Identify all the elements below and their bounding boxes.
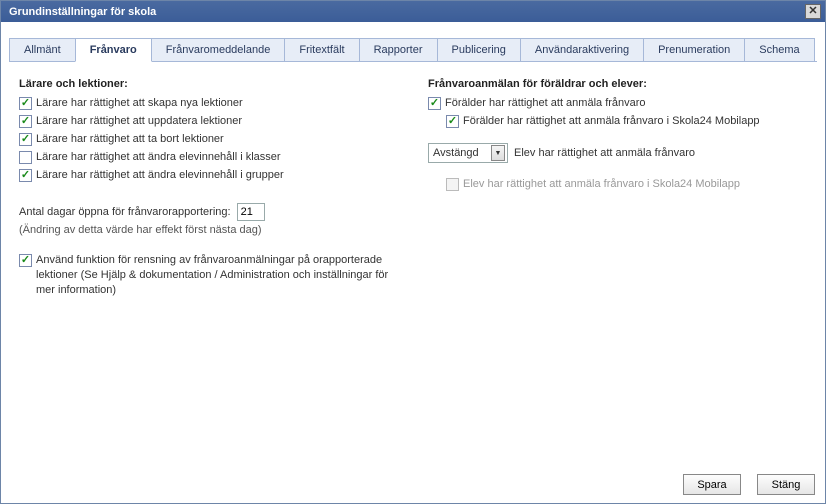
checkbox-icon[interactable] xyxy=(19,169,32,182)
tab-prenumeration[interactable]: Prenumeration xyxy=(643,38,745,61)
left-column: Lärare och lektioner: Lärare har rättigh… xyxy=(19,78,398,452)
tab-rapporter[interactable]: Rapporter xyxy=(359,38,438,61)
checkbox-icon xyxy=(446,178,459,191)
settings-window: Grundinställningar för skola ✕ Allmänt F… xyxy=(0,0,826,504)
tab-franvaromeddelande[interactable]: Frånvaromeddelande xyxy=(151,38,286,61)
student-report-label: Elev har rättighet att anmäla frånvaro xyxy=(514,147,695,159)
days-open-row: Antal dagar öppna för frånvarorapporteri… xyxy=(19,203,398,221)
tab-allmant[interactable]: Allmänt xyxy=(9,38,76,61)
chk-delete-lessons[interactable]: Lärare har rättighet att ta bort lektion… xyxy=(19,132,398,147)
chevron-down-icon[interactable]: ▼ xyxy=(491,145,505,161)
days-open-input[interactable] xyxy=(237,203,265,221)
checkbox-icon[interactable] xyxy=(446,115,459,128)
days-open-note: (Ändring av detta värde har effekt först… xyxy=(19,224,398,236)
checkbox-icon[interactable] xyxy=(19,115,32,128)
left-heading: Lärare och lektioner: xyxy=(19,78,398,90)
checkbox-icon[interactable] xyxy=(428,97,441,110)
student-report-select[interactable]: Avstängd ▼ xyxy=(428,143,508,163)
close-icon[interactable]: ✕ xyxy=(805,4,821,19)
right-column: Frånvaroanmälan för föräldrar och elever… xyxy=(428,78,807,452)
chk-parent-mobile[interactable]: Förälder har rättighet att anmäla frånva… xyxy=(446,114,807,129)
window-title: Grundinställningar för skola xyxy=(9,6,805,18)
select-value: Avstängd xyxy=(433,147,479,159)
chk-label: Elev har rättighet att anmäla frånvaro i… xyxy=(463,177,740,192)
chk-cleanup-function[interactable]: Använd funktion för rensning av frånvaro… xyxy=(19,253,398,298)
chk-label: Lärare har rättighet att ändra elevinneh… xyxy=(36,168,284,183)
chk-edit-class-students[interactable]: Lärare har rättighet att ändra elevinneh… xyxy=(19,150,398,165)
checkbox-icon[interactable] xyxy=(19,133,32,146)
chk-edit-group-students[interactable]: Lärare har rättighet att ändra elevinneh… xyxy=(19,168,398,183)
chk-label: Lärare har rättighet att ändra elevinneh… xyxy=(36,150,281,165)
content: Lärare och lektioner: Lärare har rättigh… xyxy=(1,62,825,468)
student-report-row: Avstängd ▼ Elev har rättighet att anmäla… xyxy=(428,143,807,163)
checkbox-icon[interactable] xyxy=(19,151,32,164)
chk-student-mobile: Elev har rättighet att anmäla frånvaro i… xyxy=(446,177,807,192)
save-button[interactable]: Spara xyxy=(683,474,741,495)
tabstrip-wrap: Allmänt Frånvaro Frånvaromeddelande Frit… xyxy=(1,22,825,62)
chk-label: Lärare har rättighet att ta bort lektion… xyxy=(36,132,224,147)
chk-update-lessons[interactable]: Lärare har rättighet att uppdatera lekti… xyxy=(19,114,398,129)
chk-label: Lärare har rättighet att skapa nya lekti… xyxy=(36,96,243,111)
chk-parent-report[interactable]: Förälder har rättighet att anmäla frånva… xyxy=(428,96,807,111)
chk-label: Förälder har rättighet att anmäla frånva… xyxy=(463,114,760,129)
tabstrip: Allmänt Frånvaro Frånvaromeddelande Frit… xyxy=(9,38,817,62)
chk-create-lessons[interactable]: Lärare har rättighet att skapa nya lekti… xyxy=(19,96,398,111)
tab-fritextfalt[interactable]: Fritextfält xyxy=(284,38,359,61)
chk-label: Lärare har rättighet att uppdatera lekti… xyxy=(36,114,242,129)
chk-label: Använd funktion för rensning av frånvaro… xyxy=(36,253,398,298)
tab-schema[interactable]: Schema xyxy=(744,38,814,61)
close-button[interactable]: Stäng xyxy=(757,474,815,495)
chk-label: Förälder har rättighet att anmäla frånva… xyxy=(445,96,646,111)
tab-publicering[interactable]: Publicering xyxy=(437,38,521,61)
titlebar: Grundinställningar för skola ✕ xyxy=(1,1,825,22)
tab-anvandaraktivering[interactable]: Användaraktivering xyxy=(520,38,644,61)
checkbox-icon[interactable] xyxy=(19,254,32,267)
days-open-label: Antal dagar öppna för frånvarorapporteri… xyxy=(19,206,231,218)
footer: Spara Stäng xyxy=(1,468,825,503)
checkbox-icon[interactable] xyxy=(19,97,32,110)
tab-franvaro[interactable]: Frånvaro xyxy=(75,38,152,62)
right-heading: Frånvaroanmälan för föräldrar och elever… xyxy=(428,78,807,90)
